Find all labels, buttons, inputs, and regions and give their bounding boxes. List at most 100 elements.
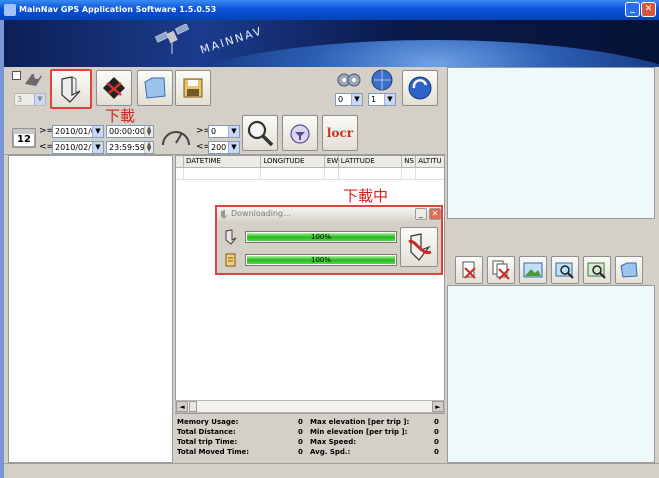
app-banner: MAINNAV [4, 20, 659, 67]
picture-icon [523, 262, 543, 278]
delete-all-photos-button[interactable] [487, 256, 515, 284]
delete-photo-button[interactable] [455, 256, 483, 284]
total-distance-value: 0 [298, 428, 303, 436]
max-elevation-value: 0 [434, 418, 439, 426]
calendar-day: 12 [17, 134, 31, 145]
map-preview-panel[interactable] [447, 67, 655, 219]
search-button[interactable] [242, 115, 278, 151]
chevron-down-icon: ▼ [92, 126, 103, 137]
scroll-left-icon[interactable]: ◄ [176, 401, 188, 412]
chevron-down-icon: ▼ [384, 94, 395, 105]
connect-button[interactable] [402, 70, 438, 106]
app-icon [4, 4, 16, 16]
column-ew[interactable]: EW [325, 156, 339, 167]
magnifier-icon [247, 120, 274, 147]
mode-select-value: 1 [371, 95, 377, 104]
photo-button[interactable] [519, 256, 547, 284]
device-checkbox[interactable] [12, 71, 21, 80]
memory-usage-value: 0 [298, 418, 303, 426]
zoom-photo-button[interactable] [551, 256, 579, 284]
process-progress-bar: 100% [245, 254, 397, 266]
filter-icon [290, 124, 310, 144]
download-icon [61, 76, 81, 103]
time-to-input[interactable]: 23:59:59 ▲ ▼ [106, 141, 154, 154]
min-elevation-label: Min elevation [per trip ]: [310, 428, 408, 436]
file-icon [225, 253, 236, 267]
port-select[interactable]: 0 ▼ [335, 93, 363, 106]
zoom-map-button[interactable] [583, 256, 611, 284]
open-folder-button[interactable] [137, 70, 173, 106]
dialog-close-button[interactable]: ✕ [429, 208, 441, 220]
column-latitude[interactable]: LATITUDE [339, 156, 403, 167]
total-moved-time-value: 0 [298, 448, 303, 456]
locr-button[interactable]: locr [322, 115, 358, 151]
floppy-icon [183, 78, 203, 98]
speed-min-select[interactable]: 0 ▼ [208, 125, 240, 138]
scroll-right-icon[interactable]: ► [432, 401, 444, 412]
scroll-thumb[interactable] [189, 401, 197, 412]
statistics-panel: Memory Usage: 0 Total Distance: 0 Total … [175, 414, 445, 463]
cancel-download-icon [408, 233, 432, 261]
speedometer-icon [162, 131, 190, 146]
mode-select[interactable]: 1 ▼ [368, 93, 396, 106]
chevron-down-icon: ▼ [228, 126, 239, 137]
column-altitude[interactable]: ALTITU [416, 156, 444, 167]
chevron-down-icon: ▼ [34, 94, 45, 105]
speed-max-value: 200 [211, 143, 227, 152]
avg-speed-label: Avg. Spd.: [310, 448, 351, 456]
connect-icon [408, 76, 432, 100]
track-grid[interactable]: DATETIME LONGITUDE EW LATITUDE NS ALTITU [175, 155, 445, 414]
download-small-icon [221, 210, 228, 219]
zoom-picture-icon [555, 262, 574, 279]
eraser-icon [103, 77, 125, 99]
filter-button[interactable] [282, 115, 318, 151]
photo-preview-panel[interactable] [447, 285, 655, 463]
speed-max-select[interactable]: 200 ▼ [208, 141, 240, 154]
max-speed-label: Max Speed: [310, 438, 356, 446]
column-longitude[interactable]: LONGITUDE [261, 156, 325, 167]
progress-text: 100% [310, 256, 331, 264]
device-select[interactable]: 3 ▼ [14, 93, 46, 106]
column-ns[interactable]: NS [402, 156, 417, 167]
gears-icon [337, 73, 361, 87]
folder-icon [144, 77, 166, 99]
downloading-annotation: 下載中 [343, 187, 389, 205]
column-datetime[interactable]: DATETIME [184, 156, 262, 167]
device-select-value: 3 [17, 95, 23, 104]
status-bar [4, 463, 659, 478]
dialog-title: Downloading... [231, 209, 291, 218]
dialog-minimize-button[interactable]: _ [415, 208, 427, 220]
folder-icon [620, 262, 638, 278]
locr-label: locr [326, 126, 354, 140]
chevron-down-icon: ▼ [351, 94, 362, 105]
total-trip-time-value: 0 [298, 438, 303, 446]
close-button[interactable]: ✕ [641, 2, 656, 17]
table-row[interactable] [176, 168, 444, 180]
dialog-title-bar: Downloading... _ ✕ [217, 207, 441, 221]
download-annotation: 下載 [105, 107, 136, 125]
date-from-input[interactable]: 2010/01/01 ▼ [52, 125, 104, 138]
cancel-download-button[interactable] [400, 227, 438, 267]
date-to-input[interactable]: 2010/02/11 ▼ [52, 141, 104, 154]
port-select-value: 0 [338, 95, 344, 104]
chevron-down-icon: ▼ [228, 142, 239, 153]
delete-files-icon [492, 260, 510, 280]
time-from-value: 00:00:00 [109, 127, 145, 136]
gps-device-icon [25, 73, 42, 86]
time-to-value: 23:59:59 [109, 143, 145, 152]
toolbar-panel: 3 ▼ 下載 0 ▼ 1 ▼ 12 >= 2010/01/01 ▼ 00:00:… [4, 67, 446, 155]
minimize-button[interactable]: _ [625, 2, 640, 17]
erase-button[interactable] [96, 70, 132, 106]
save-button[interactable] [175, 70, 211, 106]
grid-header: DATETIME LONGITUDE EW LATITUDE NS ALTITU [176, 156, 444, 168]
track-list[interactable] [8, 155, 173, 463]
window-title: MainNav GPS Application Software 1.5.0.5… [19, 5, 217, 14]
download-progress-bar: 100% [245, 231, 397, 243]
open-photo-folder-button[interactable] [615, 256, 643, 284]
total-trip-time-label: Total trip Time: [177, 438, 238, 446]
download-button[interactable] [50, 69, 92, 109]
grid-horizontal-scrollbar[interactable]: ◄ ► [175, 400, 445, 413]
download-icon [225, 229, 237, 245]
photo-toolbar [447, 220, 659, 284]
time-from-input[interactable]: 00:00:00 ▲ ▼ [106, 125, 154, 138]
